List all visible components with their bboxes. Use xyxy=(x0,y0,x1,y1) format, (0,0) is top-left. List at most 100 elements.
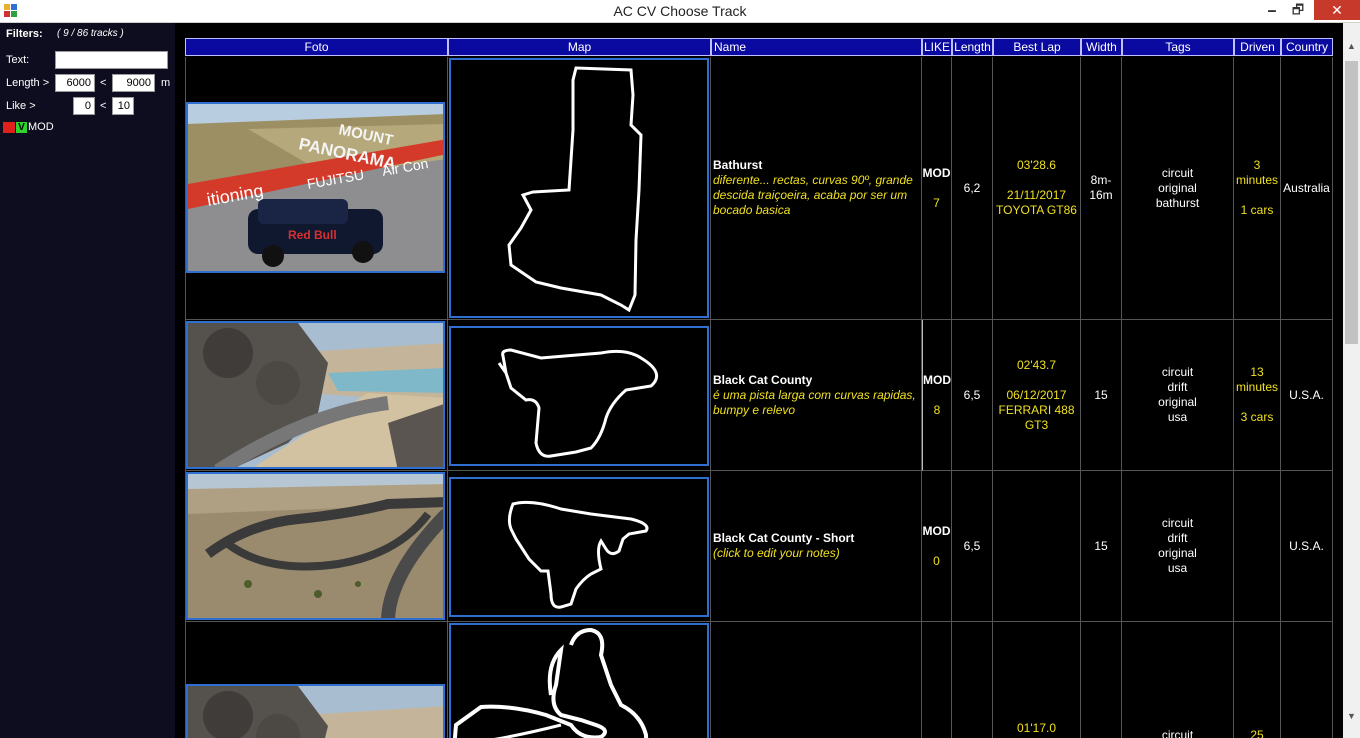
track-note[interactable]: diferente... rectas, curvas 90º, grande … xyxy=(713,173,921,218)
country-cell: U.S.A. xyxy=(1281,471,1333,622)
track-note[interactable]: é uma pista larga com curvas rapidas, bu… xyxy=(713,388,921,418)
length-value: 6,2 xyxy=(963,181,981,195)
track-photo[interactable] xyxy=(186,684,445,738)
bestlap-cell: 02'43.7 06/12/2017 FERRARI 488 GT3 xyxy=(993,320,1081,471)
driven-cell: 3 minutes 1 cars xyxy=(1234,57,1281,320)
track-note[interactable]: (click to edit your notes) xyxy=(713,546,854,561)
col-header-foto[interactable]: Foto xyxy=(185,38,448,56)
like-max-input[interactable] xyxy=(112,97,134,115)
tag: usa xyxy=(1167,410,1188,424)
width-cell: 8m-16m xyxy=(1081,57,1122,320)
filters-panel: Filters: ( 9 / 86 tracks ) Text: Length … xyxy=(0,23,175,738)
track-map[interactable] xyxy=(449,623,709,738)
title-bar: AC CV Choose Track 🗕 🗗 ✕ xyxy=(0,0,1360,23)
length-cell: 6,2 xyxy=(952,57,993,320)
col-header-length[interactable]: Length xyxy=(952,38,993,56)
driven-cars: 1 cars xyxy=(1240,203,1274,217)
tags-cell: circuit original bathurst xyxy=(1122,57,1234,320)
like-cell[interactable]: MOD 8 xyxy=(922,320,952,471)
blackcat-short-map-image xyxy=(507,500,649,609)
tag: original xyxy=(1158,180,1197,195)
name-cell[interactable] xyxy=(711,622,922,738)
col-header-width[interactable]: Width xyxy=(1081,38,1122,56)
bestlap-cell: 03'28.6 21/11/2017 TOYOTA GT86 xyxy=(993,57,1081,320)
driven-time: 13 minutes xyxy=(1235,365,1279,394)
width-value: 15 xyxy=(1094,539,1108,553)
col-header-like[interactable]: LIKE xyxy=(922,38,952,56)
scroll-up-icon[interactable]: ▲ xyxy=(1343,38,1360,55)
like-lt: < xyxy=(100,100,107,112)
driven-cars: 3 cars xyxy=(1240,410,1274,424)
like-cell[interactable]: MOD 0 xyxy=(922,471,952,622)
track-map[interactable] xyxy=(449,326,709,466)
driven-time: 3 minutes xyxy=(1235,158,1279,187)
col-header-country[interactable]: Country xyxy=(1281,38,1333,56)
tag: original xyxy=(1158,546,1197,560)
row4-photo-image xyxy=(188,686,443,738)
track-map[interactable] xyxy=(449,477,709,617)
width-value: 8m-16m xyxy=(1089,173,1113,202)
maximize-button[interactable]: 🗗 xyxy=(1284,0,1312,20)
svg-text:Red Bull: Red Bull xyxy=(288,228,337,242)
blackcat-short-photo-image xyxy=(188,474,443,618)
length-value: 6,5 xyxy=(963,539,981,553)
tag: bathurst xyxy=(1155,195,1200,210)
minimize-button[interactable]: 🗕 xyxy=(1258,0,1286,20)
tracks-grid: Foto Map Name LIKE Length Best Lap Width… xyxy=(175,23,1343,738)
track-photo[interactable] xyxy=(186,321,445,469)
track-map[interactable] xyxy=(449,58,709,318)
row4-map-image xyxy=(452,627,649,738)
scroll-down-icon[interactable]: ▼ xyxy=(1343,708,1360,725)
name-cell[interactable]: Black Cat County - Short (click to edit … xyxy=(711,471,922,622)
country-cell xyxy=(1281,622,1333,738)
length-lt: < xyxy=(100,77,107,89)
like-cell[interactable] xyxy=(922,622,952,738)
track-photo[interactable] xyxy=(186,472,445,620)
col-header-tags[interactable]: Tags xyxy=(1122,38,1234,56)
bathurst-map-image xyxy=(507,66,643,313)
bathurst-photo-image: itioning FUJITSU Air Con MOUNT PANORAMA … xyxy=(188,104,443,271)
mod-checkbox[interactable]: V xyxy=(16,122,27,133)
col-header-map[interactable]: Map xyxy=(448,38,711,56)
width-cell: 15 xyxy=(1081,320,1122,471)
country-value: Australia xyxy=(1283,181,1330,195)
bestlap-time: 02'43.7 xyxy=(1017,357,1056,372)
mod-label: MOD xyxy=(28,121,54,133)
length-label: Length > xyxy=(6,77,50,89)
like-label: Like > xyxy=(6,100,36,112)
country-value: U.S.A. xyxy=(1289,388,1324,402)
name-cell[interactable]: Black Cat County é uma pista larga com c… xyxy=(711,320,922,471)
col-header-bestlap[interactable]: Best Lap xyxy=(993,38,1081,56)
length-cell: 6,5 xyxy=(952,471,993,622)
track-photo[interactable]: itioning FUJITSU Air Con MOUNT PANORAMA … xyxy=(186,102,445,273)
track-name: Bathurst xyxy=(713,158,763,172)
bestlap-car: FERRARI 488 GT3 xyxy=(998,402,1075,432)
length-unit: m xyxy=(161,77,171,89)
col-header-driven[interactable]: Driven xyxy=(1234,38,1281,56)
col-header-name[interactable]: Name xyxy=(711,38,922,56)
length-min-input[interactable] xyxy=(55,74,95,92)
tag: drift xyxy=(1167,380,1188,394)
bestlap-cell xyxy=(993,471,1081,622)
blackcat-photo-image xyxy=(188,323,443,467)
name-cell[interactable]: Bathurst diferente... rectas, curvas 90º… xyxy=(711,57,922,320)
bestlap-time: 01'17.0 xyxy=(1017,721,1056,735)
like-mod: MOD xyxy=(922,523,951,538)
like-min-input[interactable] xyxy=(73,97,95,115)
scrollbar-thumb[interactable] xyxy=(1345,61,1358,344)
close-button[interactable]: ✕ xyxy=(1314,0,1360,20)
length-value: 6,5 xyxy=(963,388,981,402)
country-value: U.S.A. xyxy=(1289,539,1324,553)
tag: circuit xyxy=(1161,365,1194,379)
like-value: 8 xyxy=(933,402,941,417)
like-cell[interactable]: MOD 7 xyxy=(922,57,952,320)
country-cell: U.S.A. xyxy=(1281,320,1333,471)
filters-count: ( 9 / 86 tracks ) xyxy=(57,28,124,39)
tag: circuit xyxy=(1161,165,1194,180)
vertical-scrollbar[interactable]: ▲ ▼ xyxy=(1343,23,1360,738)
bestlap-date: 06/12/2017 xyxy=(1006,387,1067,402)
text-filter-input[interactable] xyxy=(55,51,168,69)
blackcat-map-image xyxy=(497,348,659,458)
length-max-input[interactable] xyxy=(112,74,155,92)
driven-time: 25 xyxy=(1250,728,1264,738)
